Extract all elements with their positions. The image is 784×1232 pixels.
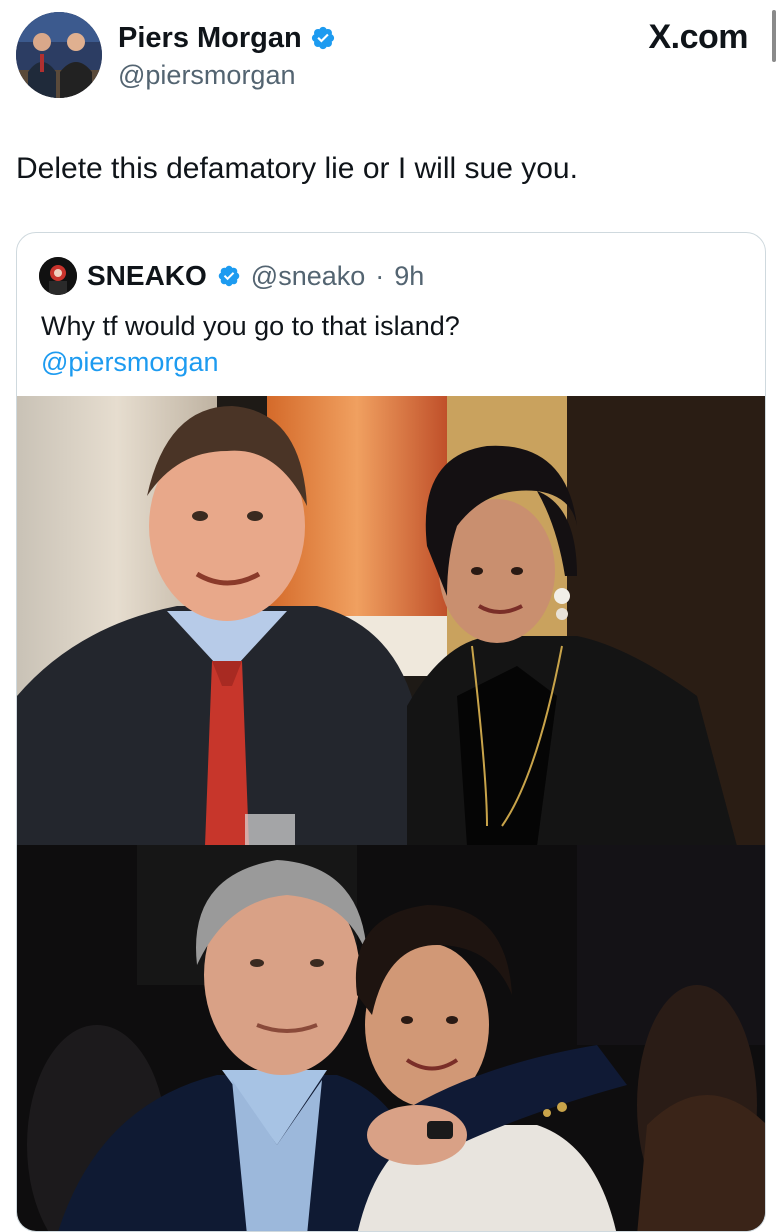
quoted-mention-link[interactable]: @piersmorgan — [41, 345, 218, 379]
quoted-avatar-image — [39, 257, 77, 295]
verified-badge-icon — [311, 26, 334, 50]
author-block: Piers Morgan @piersmorgan — [118, 20, 336, 92]
author-name-row: Piers Morgan — [118, 20, 336, 56]
photo-top-illustration — [17, 396, 765, 846]
quoted-verified-badge-icon — [218, 265, 240, 287]
quoted-author-handle[interactable]: @sneako — [251, 261, 365, 292]
quoted-photo-top[interactable] — [17, 396, 765, 846]
photo-bottom-illustration — [17, 845, 765, 1231]
quoted-timestamp[interactable]: 9h — [394, 261, 424, 292]
quoted-tweet-card[interactable]: SNEAKO @sneako · 9h Why tf would you go … — [16, 232, 766, 1232]
quoted-author-avatar[interactable] — [39, 257, 77, 295]
tweet-header: Piers Morgan @piersmorgan X.com — [0, 0, 784, 110]
quoted-separator: · — [375, 260, 385, 291]
quoted-tweet-header: SNEAKO @sneako · 9h — [39, 257, 424, 295]
quoted-tweet-text: Why tf would you go to that island? — [41, 311, 460, 341]
quoted-author-name[interactable]: SNEAKO — [87, 260, 207, 292]
quoted-photo-bottom[interactable] — [17, 845, 765, 1231]
author-avatar[interactable] — [16, 12, 102, 98]
author-handle[interactable]: @piersmorgan — [118, 58, 336, 92]
scrollbar[interactable] — [772, 10, 776, 62]
tweet-text: Delete this defamatory lie or I will sue… — [16, 152, 578, 185]
site-label: X.com — [648, 18, 748, 56]
author-avatar-image — [16, 12, 102, 98]
author-name[interactable]: Piers Morgan — [118, 20, 302, 56]
